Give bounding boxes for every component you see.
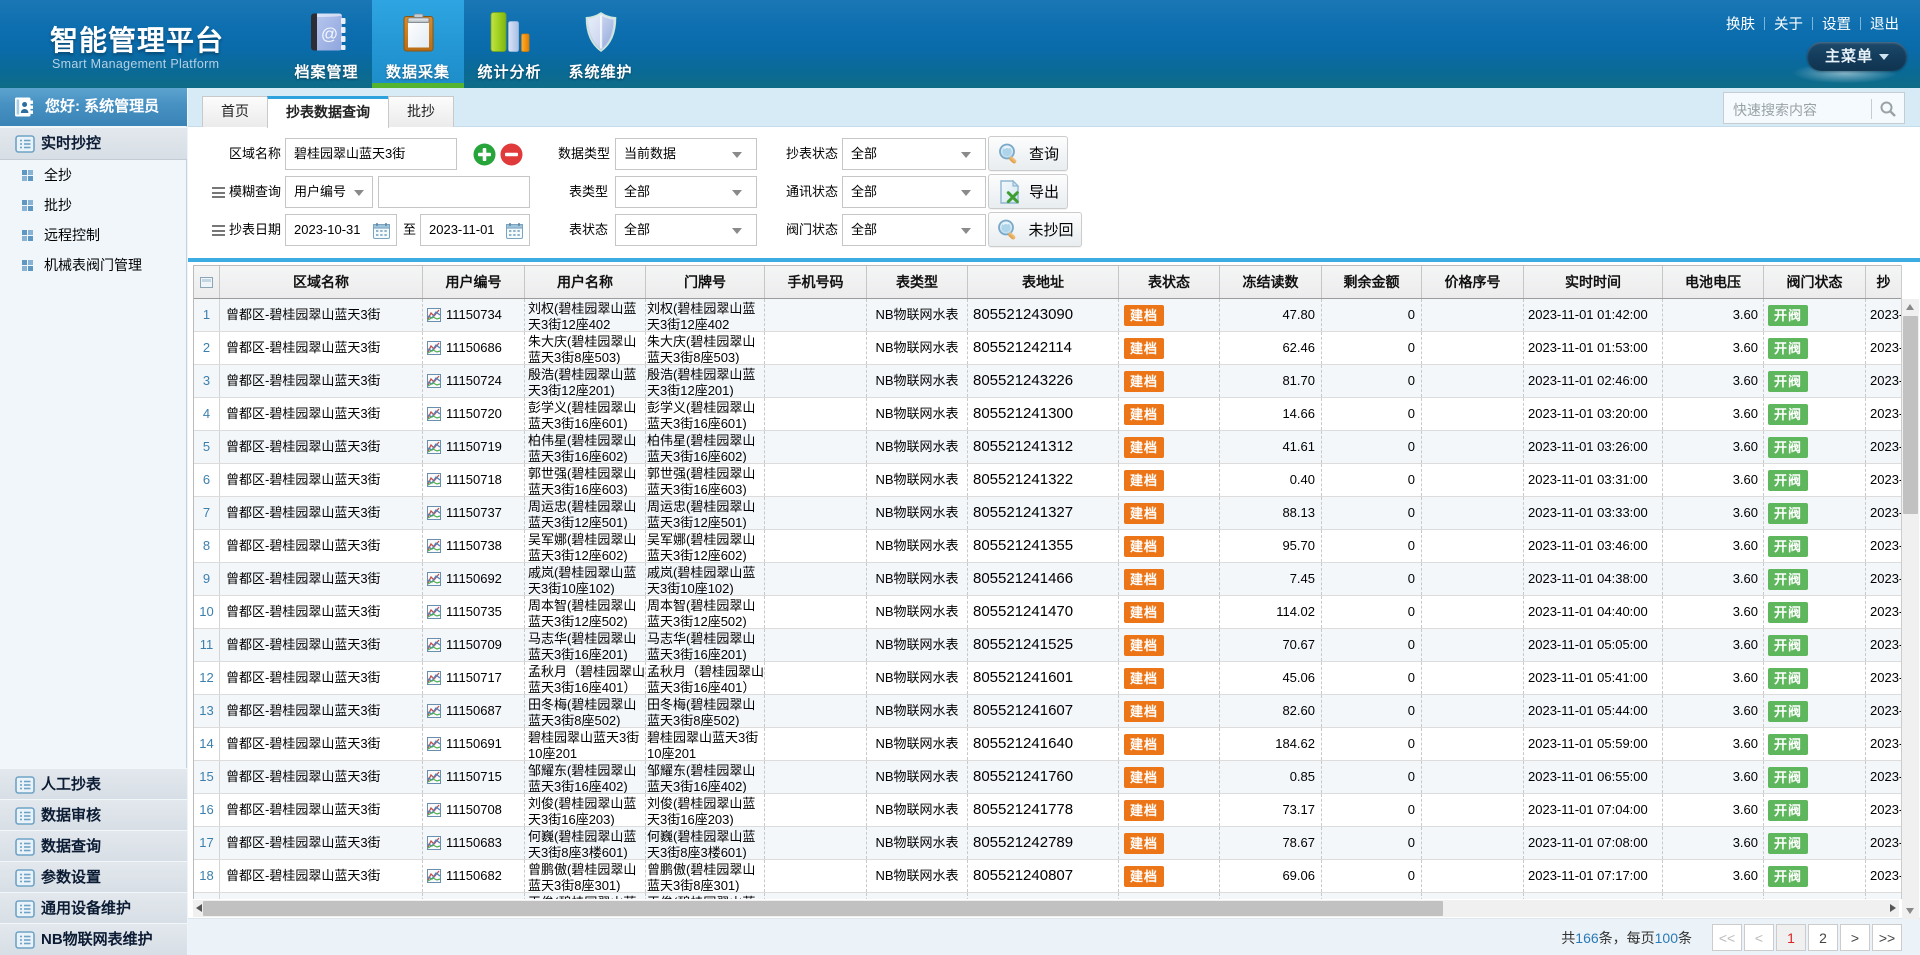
- svg-text:@: @: [320, 25, 337, 44]
